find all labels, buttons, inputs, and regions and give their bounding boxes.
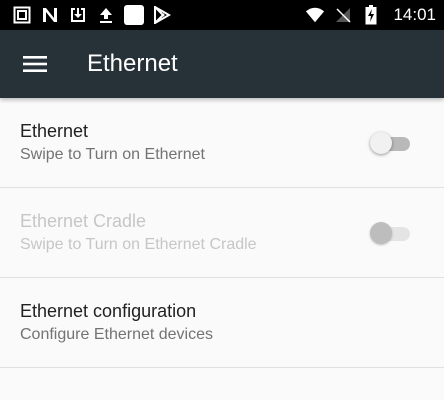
n-app-icon	[40, 5, 60, 25]
screenshot-icon	[12, 5, 32, 25]
white-square-icon	[124, 5, 144, 25]
ethernet-configuration-setting[interactable]: Ethernet configuration Configure Etherne…	[0, 278, 444, 368]
ethernet-setting[interactable]: Ethernet Swipe to Turn on Ethernet	[0, 98, 444, 188]
download-icon	[68, 5, 88, 25]
hamburger-menu-icon	[23, 56, 47, 72]
page-title: Ethernet	[87, 50, 178, 77]
no-signal-icon	[333, 5, 353, 25]
toggle-thumb	[370, 131, 392, 154]
status-bar-notifications	[12, 5, 172, 25]
navigation-drawer-button[interactable]	[20, 49, 50, 79]
upload-icon	[96, 5, 116, 25]
settings-list: Ethernet Swipe to Turn on Ethernet Ether…	[0, 98, 444, 368]
toggle-thumb	[370, 221, 392, 244]
battery-charging-icon	[361, 5, 381, 25]
status-bar-system: 14:01	[305, 5, 436, 25]
app-bar: Ethernet	[0, 30, 444, 98]
setting-title: Ethernet configuration	[20, 301, 197, 321]
setting-summary: Configure Ethernet devices	[20, 326, 213, 343]
status-bar: 14:01	[0, 0, 444, 30]
play-store-icon	[152, 5, 172, 25]
ethernet-toggle[interactable]	[368, 131, 414, 155]
ethernet-cradle-setting: Ethernet Cradle Swipe to Turn on Etherne…	[0, 188, 444, 278]
wifi-icon	[305, 5, 325, 25]
status-bar-time: 14:01	[393, 5, 436, 24]
ethernet-cradle-toggle	[368, 221, 414, 245]
